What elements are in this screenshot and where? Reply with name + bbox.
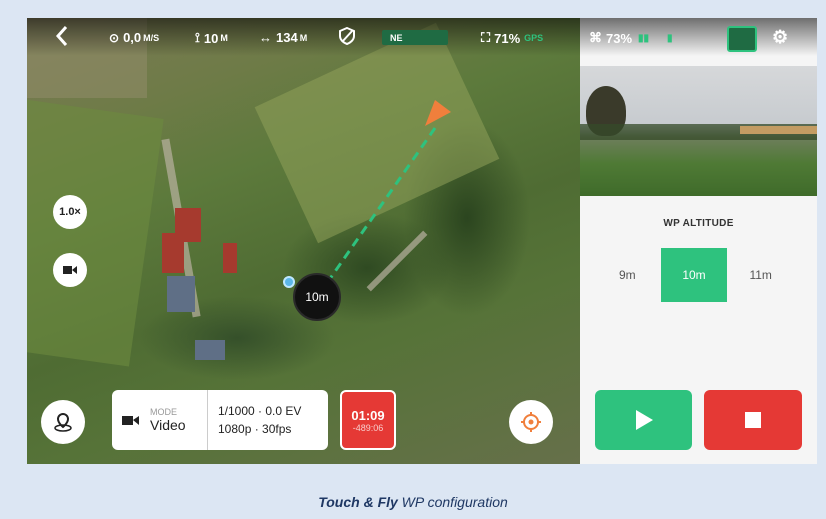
map-location-button[interactable]: [41, 400, 85, 444]
status-bar: ⊙ 0,0 M/S ⟟ 10 M ↔ 134 M NE ⛶ 71% GPS ⌘ …: [27, 18, 817, 56]
speed-readout: ⊙ 0,0 M/S: [109, 30, 159, 45]
back-button[interactable]: [55, 25, 69, 47]
start-button[interactable]: [595, 390, 692, 450]
wp-altitude-picker[interactable]: 9m 10m 11m: [594, 248, 794, 302]
heading-value: NE: [390, 32, 403, 43]
back-arrow-icon: [55, 26, 68, 46]
signal-icon: ▮▮: [638, 32, 650, 44]
drone-battery: ⛶ 71% GPS: [481, 30, 543, 46]
preview-field: [740, 126, 817, 134]
speed-unit: M/S: [143, 32, 160, 43]
camera-mode-button[interactable]: [53, 253, 87, 287]
altitude-readout: ⟟ 10 M: [195, 30, 228, 46]
stop-button[interactable]: [704, 390, 802, 450]
crosshair-icon: [521, 412, 541, 432]
drone-battery-value: 71%: [494, 30, 521, 46]
remote-battery-value: 73%: [606, 30, 633, 46]
settings-gear-icon[interactable]: ⚙: [772, 27, 788, 48]
distance-icon: ↔: [259, 30, 272, 45]
side-panel: WP ALTITUDE 9m 10m 11m: [580, 18, 817, 464]
speedometer-icon: ⊙: [109, 30, 120, 45]
caption-bold: Touch & Fly: [318, 494, 398, 510]
waypoint-target-icon[interactable]: [423, 98, 453, 128]
stop-icon: [745, 412, 761, 428]
wp-altitude-option[interactable]: 9m: [594, 248, 661, 302]
drone-altitude-marker[interactable]: 10m: [293, 273, 341, 321]
camera-settings-panel[interactable]: MODE Video 1/1000 · 0.0 EV 1080p · 30fps: [112, 390, 328, 450]
zoom-button[interactable]: 1.0×: [53, 195, 87, 229]
distance-value: 134: [276, 30, 298, 45]
video-camera-icon: [122, 416, 139, 425]
record-button[interactable]: 01:09 -489:06: [340, 390, 396, 450]
app-frame: 10m 1.0× MODE Video 1/1000 · 0.0 EV 1080…: [27, 18, 817, 464]
record-time: 01:09: [351, 407, 385, 423]
camera-view-toggle[interactable]: [727, 26, 757, 52]
remote-controller-icon: ⌘: [589, 30, 602, 45]
wp-altitude-option-selected[interactable]: 10m: [660, 248, 728, 302]
speed-value: 0,0: [123, 30, 142, 45]
obstacle-shield-icon[interactable]: [339, 27, 355, 45]
exposure-value: 1/1000 · 0.0 EV: [218, 404, 302, 418]
gps-label: GPS: [524, 33, 544, 43]
distance-unit: M: [299, 32, 308, 43]
caption-rest: WP configuration: [397, 494, 508, 510]
altitude-icon: ⟟: [195, 30, 200, 45]
record-remaining: -489:06: [352, 422, 384, 433]
satellite-map[interactable]: 10m 1.0× MODE Video 1/1000 · 0.0 EV 1080…: [27, 18, 580, 464]
wp-altitude-title: WP ALTITUDE: [663, 218, 734, 229]
mode-value: Video: [150, 417, 186, 433]
altitude-value: 10: [203, 30, 219, 46]
remote-battery: ⌘ 73% ▮▮ ▮: [589, 30, 673, 46]
exposure-section[interactable]: 1/1000 · 0.0 EV 1080p · 30fps: [208, 390, 328, 450]
wifi-icon: ▮: [667, 32, 673, 44]
figure-caption: Touch & Fly WP configuration: [0, 494, 826, 510]
mode-label: MODE: [150, 407, 177, 417]
mode-section[interactable]: MODE Video: [112, 390, 208, 450]
camera-preview[interactable]: [580, 66, 817, 196]
wp-altitude-option[interactable]: 11m: [727, 248, 794, 302]
compass-heading: NE: [382, 30, 448, 45]
recenter-button[interactable]: [509, 400, 553, 444]
play-icon: [635, 410, 653, 430]
video-camera-icon: [63, 266, 77, 274]
resolution-value: 1080p · 30fps: [218, 422, 292, 436]
drone-icon: ⛶: [481, 30, 491, 45]
map-pin-icon: [54, 412, 72, 432]
home-point-icon: [283, 276, 295, 288]
altitude-unit: M: [220, 33, 228, 43]
distance-readout: ↔ 134 M: [259, 30, 307, 45]
